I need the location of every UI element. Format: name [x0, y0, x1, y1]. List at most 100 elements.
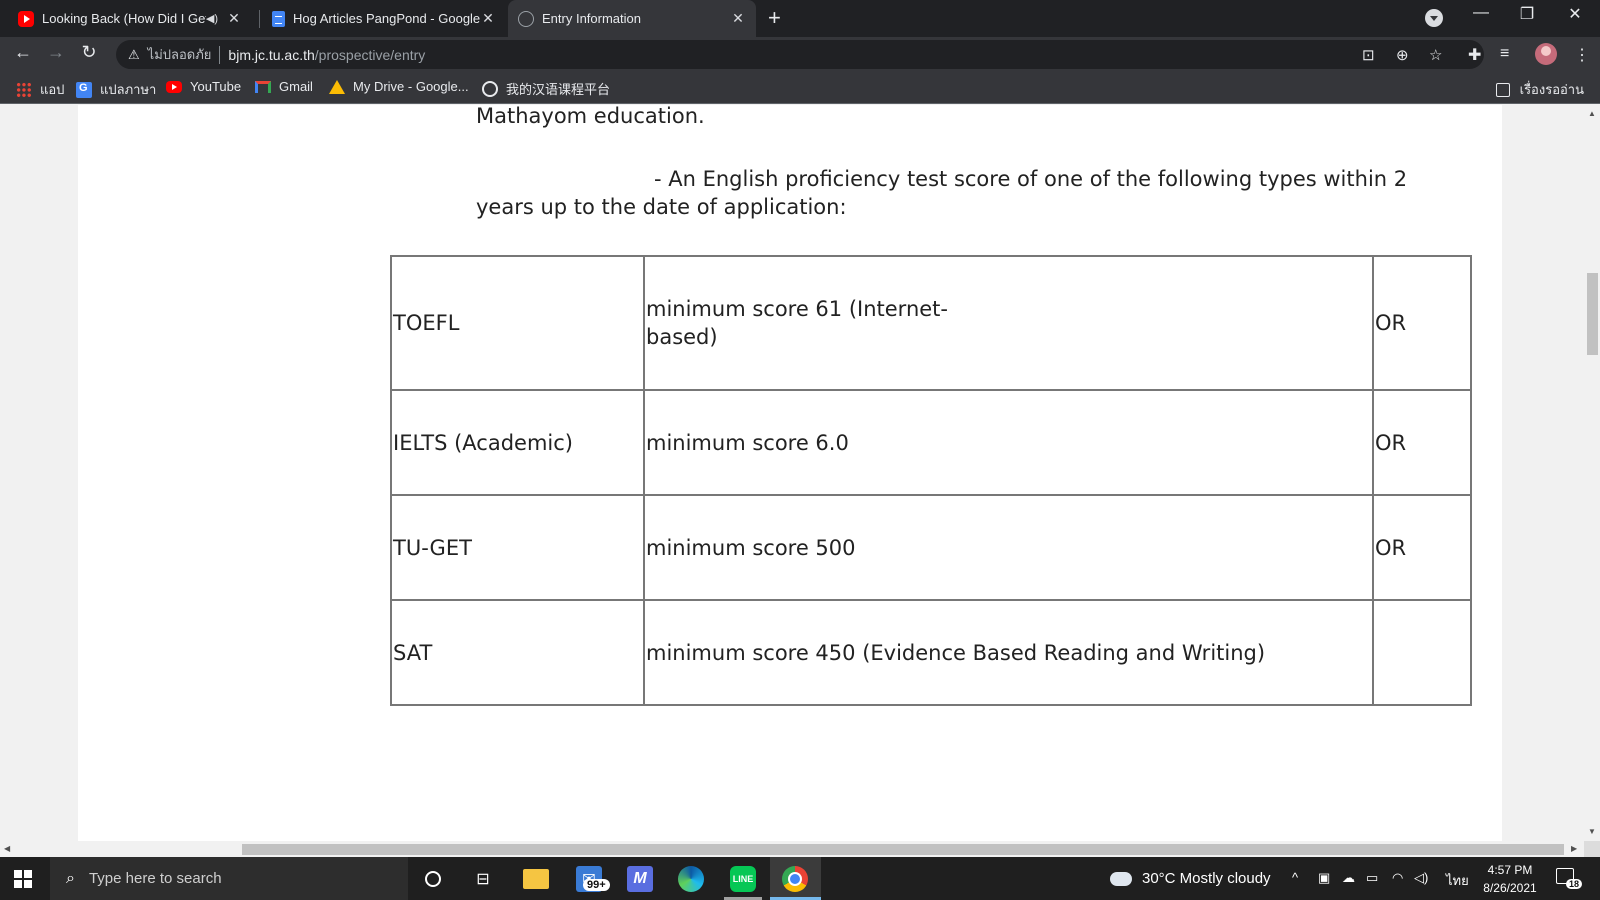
volume-icon[interactable]: ◁) [1414, 870, 1428, 886]
bookmark-youtube[interactable]: YouTube [166, 79, 241, 94]
task-view-icon[interactable]: ⊟ [470, 866, 496, 892]
bookmark-translate[interactable]: แปลภาษา [76, 79, 156, 100]
bookmark-gmail[interactable]: Gmail [255, 79, 313, 94]
requirement-cell: minimum score 450 (Evidence Based Readin… [643, 599, 1374, 706]
scroll-right-icon[interactable]: ▶ [1571, 844, 1577, 853]
page-viewport: Mathayom education. - An English profici… [0, 105, 1584, 841]
warning-icon[interactable]: ⚠ [128, 47, 140, 63]
forward-button[interactable]: → [43, 42, 69, 63]
gmail-icon [255, 80, 271, 93]
docs-icon [272, 10, 285, 27]
apps-grid-icon [16, 81, 32, 98]
extensions-icon[interactable]: ✚ [1468, 45, 1481, 65]
input-language[interactable]: ไทย [1446, 870, 1469, 891]
windows-taskbar: ⌕ Type here to search ⊟ ✉ 99+ M LINE 30°… [0, 857, 1600, 900]
scroll-left-icon[interactable]: ◀ [4, 844, 10, 853]
profile-avatar[interactable] [1535, 43, 1557, 65]
mail-badge: 99+ [583, 879, 610, 891]
search-icon: ⌕ [66, 869, 75, 887]
close-tab-icon[interactable]: ✕ [226, 10, 242, 27]
tab-separator [259, 10, 260, 28]
connector-cell [1372, 599, 1472, 706]
file-explorer-icon[interactable] [523, 869, 549, 889]
bookmark-my-drive[interactable]: My Drive - Google... [329, 79, 469, 94]
tab-google-docs[interactable]: Hog Articles PangPond - Google ✕ [262, 0, 506, 37]
page-content: Mathayom education. - An English profici… [78, 105, 1502, 841]
browser-tab-strip: Looking Back (How Did I Get ◀︎) ✕ Hog Ar… [0, 0, 1600, 37]
zoom-icon[interactable]: ⊕ [1396, 46, 1409, 64]
bookmark-label: แปลภาษา [100, 82, 157, 97]
requirement-text: minimum score 61 (Internet-based) [646, 297, 948, 349]
new-tab-button[interactable]: + [768, 5, 781, 31]
globe-icon [518, 10, 534, 27]
m-app-icon[interactable]: M [627, 866, 653, 892]
speaker-icon[interactable]: ◀︎) [206, 12, 218, 25]
tab-title: Entry Information [542, 11, 641, 26]
omnibox-divider [219, 45, 221, 64]
menu-icon[interactable]: ⋮ [1574, 45, 1590, 65]
english-test-table: TOEFL minimum score 61 (Internet-based) … [390, 255, 1472, 706]
reading-list-icon [1495, 82, 1510, 97]
youtube-icon [18, 10, 34, 27]
test-name-cell: TU-GET [390, 494, 645, 601]
test-name-cell: TOEFL [390, 255, 645, 391]
not-secure-label[interactable]: ไม่ปลอดภัย [148, 44, 212, 65]
bookmark-star-icon[interactable]: ☆ [1429, 46, 1442, 64]
tab-youtube[interactable]: Looking Back (How Did I Get ◀︎) ✕ [8, 0, 252, 37]
horizontal-scroll-thumb[interactable] [242, 844, 1564, 855]
reading-list-label: เรื่องรออ่าน [1519, 82, 1584, 97]
requirement-cell: minimum score 6.0 [643, 389, 1374, 496]
close-tab-icon[interactable]: ✕ [730, 10, 746, 27]
tab-entry-information[interactable]: Entry Information ✕ [508, 0, 756, 37]
requirement-cell: minimum score 500 [643, 494, 1374, 601]
taskbar-search-box[interactable]: ⌕ Type here to search [50, 857, 408, 900]
test-name-cell: IELTS (Academic) [390, 389, 645, 496]
clock-date: 8/26/2021 [1483, 881, 1537, 895]
bookmark-label: My Drive - Google... [353, 79, 469, 94]
horizontal-scrollbar[interactable]: ◀ ▶ [0, 841, 1584, 857]
device-icon[interactable]: ▣ [1318, 870, 1330, 886]
connector-cell: OR [1372, 494, 1472, 601]
back-button[interactable]: ← [10, 42, 36, 63]
globe-icon [482, 80, 498, 97]
weather-widget[interactable]: 30°C Mostly cloudy [1110, 857, 1271, 900]
cortana-icon[interactable] [425, 871, 441, 887]
bookmark-chinese-course[interactable]: 我的汉语课程平台 [482, 79, 610, 98]
close-tab-icon[interactable]: ✕ [480, 10, 496, 27]
bookmark-apps[interactable]: แอป [16, 79, 64, 100]
search-placeholder: Type here to search [88, 870, 222, 887]
vertical-scrollbar[interactable]: ▲ ▼ [1584, 105, 1600, 841]
chrome-icon[interactable] [782, 866, 808, 892]
close-window-button[interactable]: ✕ [1552, 4, 1598, 24]
drive-icon [329, 79, 345, 94]
cloud-icon [1110, 871, 1132, 886]
onedrive-cloud-icon[interactable]: ☁ [1342, 870, 1355, 886]
tab-search-icon[interactable] [1425, 9, 1443, 27]
show-hidden-icons-chevron-icon[interactable]: ^ [1292, 870, 1298, 885]
translate-page-icon[interactable]: ⊡ [1362, 46, 1375, 64]
body-text: - An English proficiency test score of o… [654, 167, 1408, 191]
restore-button[interactable]: ❐ [1504, 4, 1550, 24]
youtube-icon [166, 80, 182, 93]
line-icon[interactable]: LINE [730, 866, 756, 892]
clock-time: 4:57 PM [1487, 863, 1533, 877]
minimize-button[interactable]: — [1458, 4, 1504, 22]
scroll-up-icon[interactable]: ▲ [1588, 109, 1596, 118]
bookmark-label: Gmail [279, 79, 313, 94]
reading-list-button[interactable]: เรื่องรออ่าน [1495, 79, 1584, 100]
wifi-icon[interactable]: ◠ [1392, 870, 1403, 886]
bookmark-label: YouTube [190, 79, 242, 94]
media-control-icon[interactable]: ≡ [1500, 45, 1509, 63]
battery-icon[interactable]: ▭ [1366, 870, 1378, 886]
url-path: /prospective/entry [314, 46, 426, 63]
reload-button[interactable]: ↻ [76, 42, 102, 63]
weather-text: 30°C Mostly cloudy [1142, 870, 1271, 887]
connector-cell: OR [1372, 389, 1472, 496]
system-clock[interactable]: 4:57 PM 8/26/2021 [1478, 861, 1542, 897]
edge-icon[interactable] [678, 866, 704, 892]
vertical-scroll-thumb[interactable] [1587, 273, 1598, 355]
windows-start-icon[interactable] [14, 870, 32, 888]
body-text: years up to the date of application: [476, 195, 847, 219]
scroll-down-icon[interactable]: ▼ [1588, 827, 1596, 836]
address-bar[interactable]: ⚠ ไม่ปลอดภัย bjm.jc.tu.ac.th/prospective… [116, 40, 1484, 69]
